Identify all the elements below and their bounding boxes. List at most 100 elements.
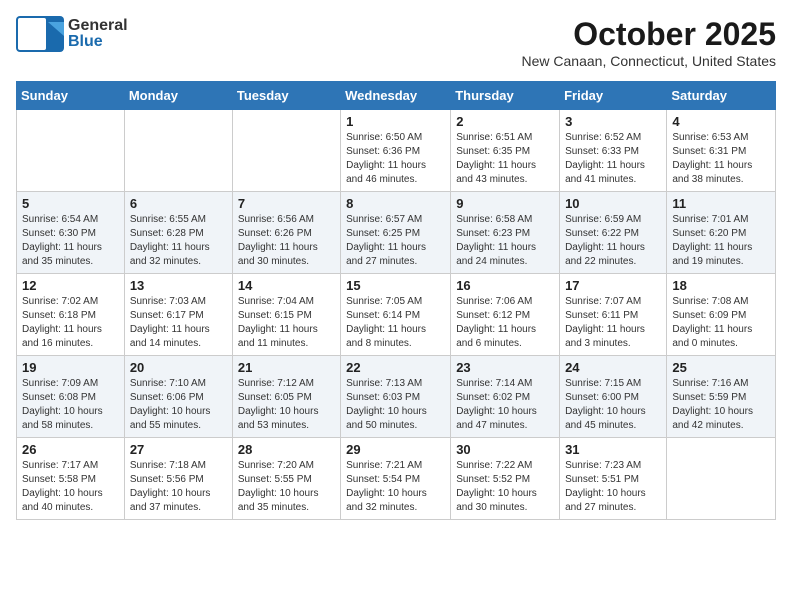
day-number: 25 (672, 360, 770, 375)
calendar-cell: 7 Sunrise: 6:56 AM Sunset: 6:26 PM Daylig… (232, 192, 340, 274)
day-info: Sunrise: 7:16 AM Sunset: 5:59 PM Dayligh… (672, 377, 770, 433)
calendar-cell: 9 Sunrise: 6:58 AM Sunset: 6:23 PM Daylig… (451, 192, 560, 274)
calendar-cell: 10 Sunrise: 6:59 AM Sunset: 6:22 PM Dayli… (560, 192, 667, 274)
calendar-cell: 29 Sunrise: 7:21 AM Sunset: 5:54 PM Dayli… (341, 438, 451, 520)
calendar-cell: 24Sunrise: 7:15 AM Sunset: 6:00 PM Dayli… (560, 356, 667, 438)
calendar-cell: 8 Sunrise: 6:57 AM Sunset: 6:25 PM Daylig… (341, 192, 451, 274)
day-number: 12 (22, 278, 119, 293)
day-info: Sunrise: 7:05 AM Sunset: 6:14 PM Dayligh… (346, 295, 445, 351)
header-sunday: Sunday (17, 82, 125, 110)
day-number: 9 (456, 196, 554, 211)
calendar-week-row: 12Sunrise: 7:02 AM Sunset: 6:18 PM Dayli… (17, 274, 776, 356)
calendar-week-row: 1 Sunrise: 6:50 AM Sunset: 6:36 PM Daylig… (17, 110, 776, 192)
day-number: 7 (238, 196, 335, 211)
day-number: 2 (456, 114, 554, 129)
day-number: 29 (346, 442, 445, 457)
day-number: 21 (238, 360, 335, 375)
calendar-cell: 21 Sunrise: 7:12 AM Sunset: 6:05 PM Dayli… (232, 356, 340, 438)
month-title: October 2025 (522, 16, 776, 53)
day-info: Sunrise: 7:08 AM Sunset: 6:09 PM Dayligh… (672, 295, 770, 351)
calendar-cell: 12Sunrise: 7:02 AM Sunset: 6:18 PM Dayli… (17, 274, 125, 356)
logo-blue-text: Blue (68, 34, 128, 50)
day-info: Sunrise: 6:51 AM Sunset: 6:35 PM Dayligh… (456, 131, 554, 187)
day-number: 28 (238, 442, 335, 457)
day-info: Sunrise: 7:17 AM Sunset: 5:58 PM Dayligh… (22, 459, 119, 515)
day-number: 31 (565, 442, 661, 457)
calendar-cell (667, 438, 776, 520)
calendar-cell: 23Sunrise: 7:14 AM Sunset: 6:02 PM Dayli… (451, 356, 560, 438)
calendar-cell: 11Sunrise: 7:01 AM Sunset: 6:20 PM Dayli… (667, 192, 776, 274)
day-number: 18 (672, 278, 770, 293)
calendar-cell: 14Sunrise: 7:04 AM Sunset: 6:15 PM Dayli… (232, 274, 340, 356)
calendar-cell: 2 Sunrise: 6:51 AM Sunset: 6:35 PM Daylig… (451, 110, 560, 192)
day-number: 15 (346, 278, 445, 293)
day-number: 30 (456, 442, 554, 457)
day-info: Sunrise: 7:12 AM Sunset: 6:05 PM Dayligh… (238, 377, 335, 433)
calendar-cell: 18 Sunrise: 7:08 AM Sunset: 6:09 PM Dayli… (667, 274, 776, 356)
location-title: New Canaan, Connecticut, United States (522, 53, 776, 69)
day-info: Sunrise: 7:23 AM Sunset: 5:51 PM Dayligh… (565, 459, 661, 515)
day-number: 14 (238, 278, 335, 293)
day-info: Sunrise: 7:14 AM Sunset: 6:02 PM Dayligh… (456, 377, 554, 433)
calendar-cell: 20 Sunrise: 7:10 AM Sunset: 6:06 PM Dayli… (124, 356, 232, 438)
calendar-table: SundayMondayTuesdayWednesdayThursdayFrid… (16, 81, 776, 520)
day-number: 10 (565, 196, 661, 211)
calendar-header-row: SundayMondayTuesdayWednesdayThursdayFrid… (17, 82, 776, 110)
day-info: Sunrise: 6:52 AM Sunset: 6:33 PM Dayligh… (565, 131, 661, 187)
day-number: 24 (565, 360, 661, 375)
day-number: 5 (22, 196, 119, 211)
calendar-cell: 5 Sunrise: 6:54 AM Sunset: 6:30 PM Daylig… (17, 192, 125, 274)
calendar-week-row: 26Sunrise: 7:17 AM Sunset: 5:58 PM Dayli… (17, 438, 776, 520)
day-number: 22 (346, 360, 445, 375)
day-info: Sunrise: 7:10 AM Sunset: 6:06 PM Dayligh… (130, 377, 227, 433)
calendar-cell: 27Sunrise: 7:18 AM Sunset: 5:56 PM Dayli… (124, 438, 232, 520)
day-number: 17 (565, 278, 661, 293)
calendar-cell: 28Sunrise: 7:20 AM Sunset: 5:55 PM Dayli… (232, 438, 340, 520)
day-info: Sunrise: 7:03 AM Sunset: 6:17 PM Dayligh… (130, 295, 227, 351)
calendar-cell: 22 Sunrise: 7:13 AM Sunset: 6:03 PM Dayli… (341, 356, 451, 438)
header-friday: Friday (560, 82, 667, 110)
calendar-cell (232, 110, 340, 192)
calendar-cell: 17 Sunrise: 7:07 AM Sunset: 6:11 PM Dayli… (560, 274, 667, 356)
calendar-cell: 26Sunrise: 7:17 AM Sunset: 5:58 PM Dayli… (17, 438, 125, 520)
calendar-cell: 6 Sunrise: 6:55 AM Sunset: 6:28 PM Daylig… (124, 192, 232, 274)
calendar-cell: 31 Sunrise: 7:23 AM Sunset: 5:51 PM Dayli… (560, 438, 667, 520)
logo-text: General Blue (68, 18, 128, 50)
header-wednesday: Wednesday (341, 82, 451, 110)
logo: General Blue (16, 16, 128, 52)
day-info: Sunrise: 6:50 AM Sunset: 6:36 PM Dayligh… (346, 131, 445, 187)
calendar-cell: 25 Sunrise: 7:16 AM Sunset: 5:59 PM Dayli… (667, 356, 776, 438)
day-info: Sunrise: 6:57 AM Sunset: 6:25 PM Dayligh… (346, 213, 445, 269)
calendar-week-row: 5 Sunrise: 6:54 AM Sunset: 6:30 PM Daylig… (17, 192, 776, 274)
day-number: 8 (346, 196, 445, 211)
day-info: Sunrise: 6:56 AM Sunset: 6:26 PM Dayligh… (238, 213, 335, 269)
day-info: Sunrise: 7:22 AM Sunset: 5:52 PM Dayligh… (456, 459, 554, 515)
day-number: 6 (130, 196, 227, 211)
day-info: Sunrise: 6:55 AM Sunset: 6:28 PM Dayligh… (130, 213, 227, 269)
day-info: Sunrise: 7:07 AM Sunset: 6:11 PM Dayligh… (565, 295, 661, 351)
day-number: 20 (130, 360, 227, 375)
calendar-cell: 4Sunrise: 6:53 AM Sunset: 6:31 PM Daylig… (667, 110, 776, 192)
day-info: Sunrise: 7:09 AM Sunset: 6:08 PM Dayligh… (22, 377, 119, 433)
calendar-cell: 15 Sunrise: 7:05 AM Sunset: 6:14 PM Dayli… (341, 274, 451, 356)
day-info: Sunrise: 7:18 AM Sunset: 5:56 PM Dayligh… (130, 459, 227, 515)
calendar-cell (124, 110, 232, 192)
day-number: 1 (346, 114, 445, 129)
calendar-cell: 13Sunrise: 7:03 AM Sunset: 6:17 PM Dayli… (124, 274, 232, 356)
day-info: Sunrise: 6:59 AM Sunset: 6:22 PM Dayligh… (565, 213, 661, 269)
page-header: General Blue October 2025 New Canaan, Co… (16, 16, 776, 69)
day-info: Sunrise: 7:21 AM Sunset: 5:54 PM Dayligh… (346, 459, 445, 515)
calendar-week-row: 19Sunrise: 7:09 AM Sunset: 6:08 PM Dayli… (17, 356, 776, 438)
day-info: Sunrise: 7:13 AM Sunset: 6:03 PM Dayligh… (346, 377, 445, 433)
header-saturday: Saturday (667, 82, 776, 110)
calendar-cell: 16Sunrise: 7:06 AM Sunset: 6:12 PM Dayli… (451, 274, 560, 356)
header-monday: Monday (124, 82, 232, 110)
calendar-cell (17, 110, 125, 192)
day-info: Sunrise: 6:54 AM Sunset: 6:30 PM Dayligh… (22, 213, 119, 269)
logo-general-text: General (68, 18, 128, 34)
day-info: Sunrise: 6:53 AM Sunset: 6:31 PM Dayligh… (672, 131, 770, 187)
header-tuesday: Tuesday (232, 82, 340, 110)
day-info: Sunrise: 6:58 AM Sunset: 6:23 PM Dayligh… (456, 213, 554, 269)
day-info: Sunrise: 7:06 AM Sunset: 6:12 PM Dayligh… (456, 295, 554, 351)
calendar-cell: 3Sunrise: 6:52 AM Sunset: 6:33 PM Daylig… (560, 110, 667, 192)
